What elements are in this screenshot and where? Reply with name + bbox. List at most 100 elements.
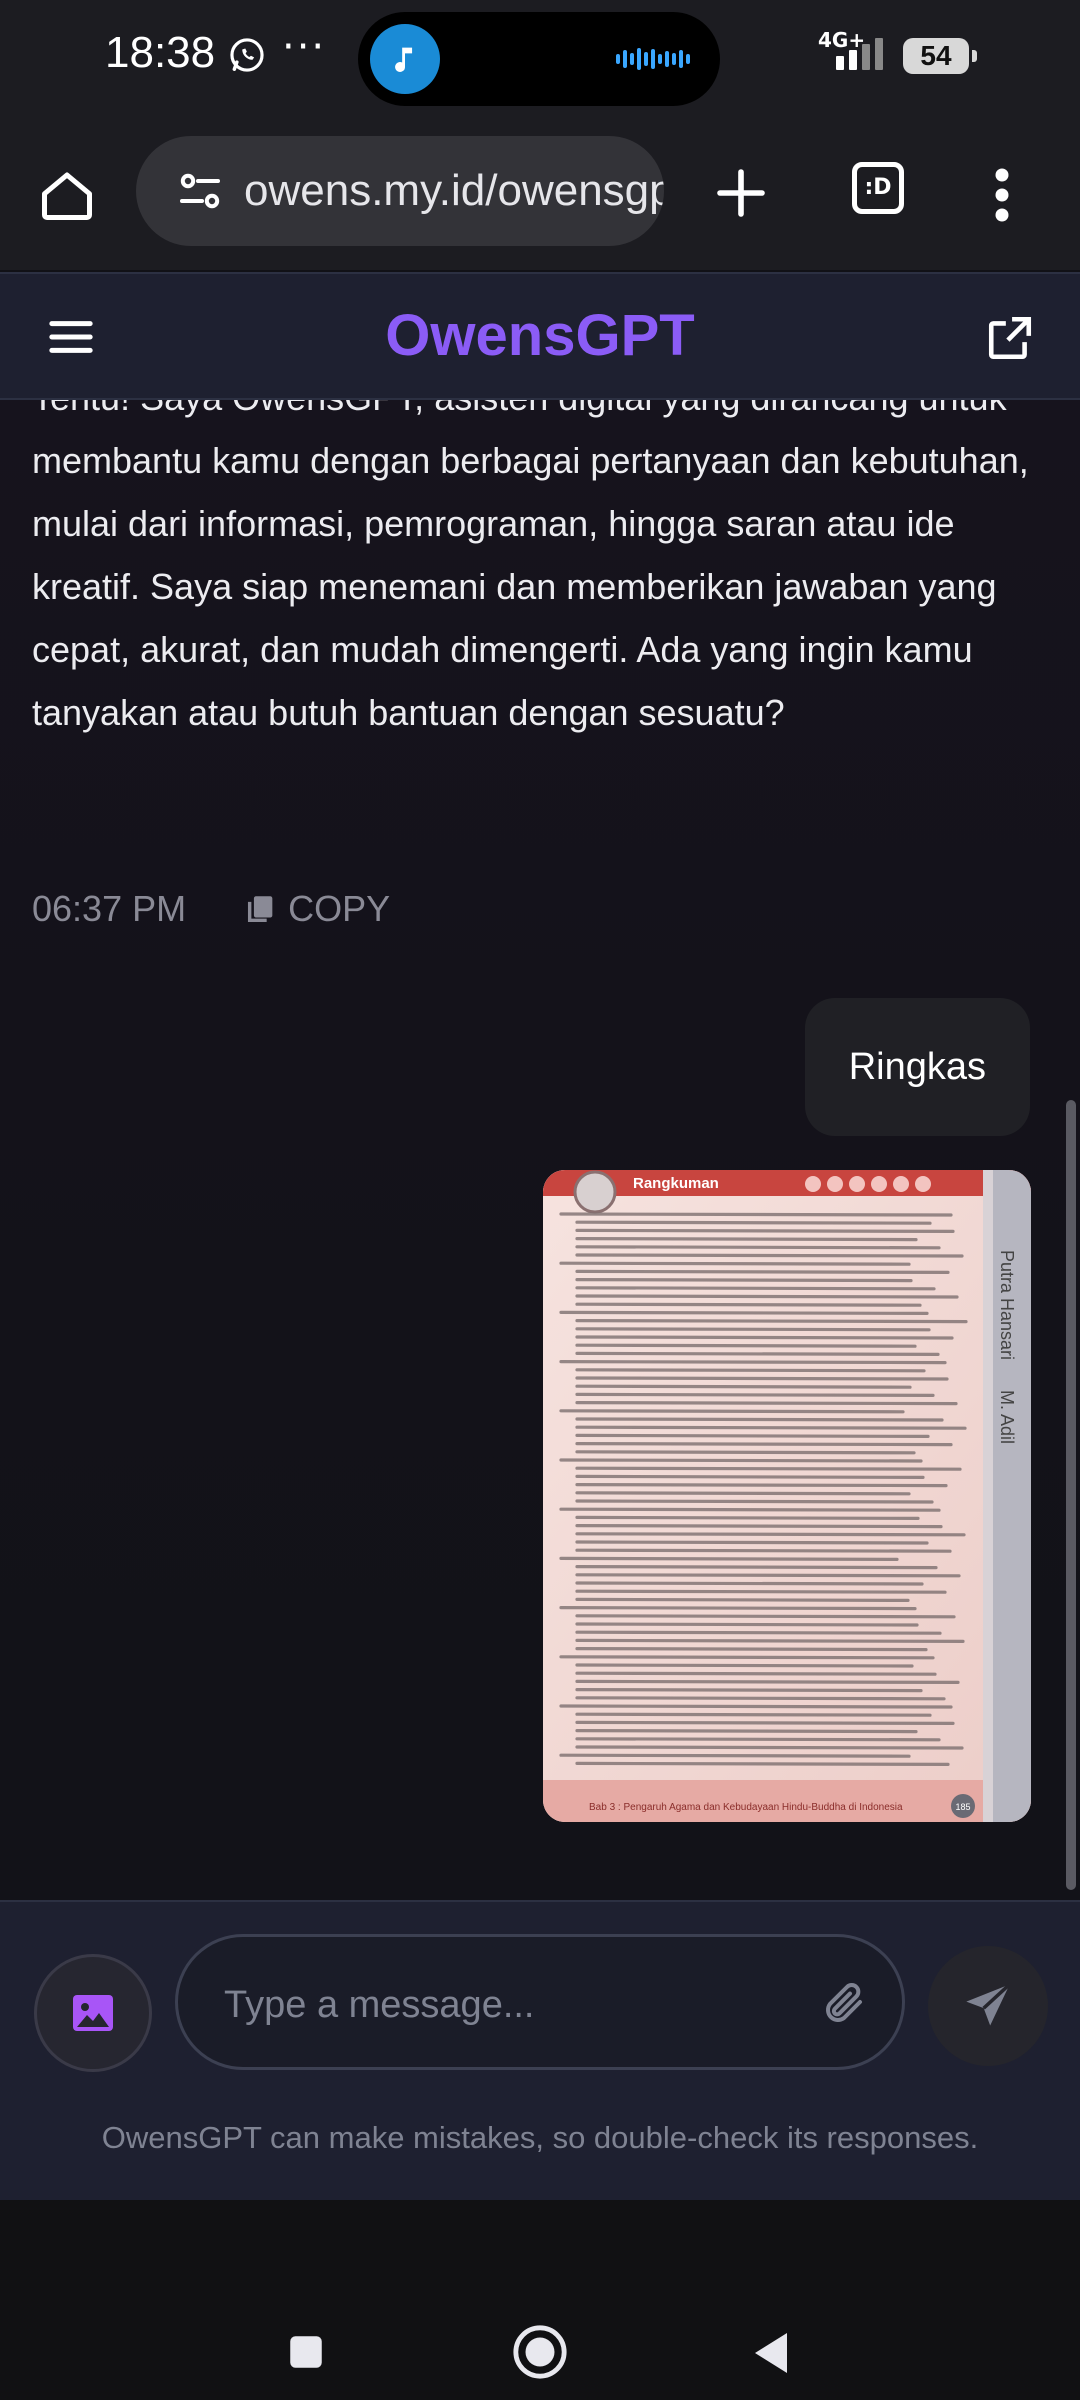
system-navigation-bar: [0, 2200, 1080, 2400]
page-text-line: [575, 1687, 923, 1693]
page-text-line: [575, 1384, 912, 1389]
copy-label: COPY: [288, 888, 391, 929]
page-text-line: [559, 1360, 947, 1365]
page-text-line: [559, 1704, 953, 1709]
page-text-line: [575, 1327, 931, 1332]
message-timestamp: 06:37 PM: [32, 888, 187, 929]
site-settings-icon[interactable]: [176, 167, 224, 215]
page-text-line: [575, 1483, 948, 1488]
page-text-line: [575, 1401, 958, 1406]
page-text-line: [575, 1442, 953, 1447]
image-upload-button[interactable]: [34, 1954, 152, 2072]
page-text-line: [559, 1409, 905, 1414]
send-button[interactable]: [928, 1946, 1048, 2066]
page-text-line: [575, 1638, 965, 1643]
url-text[interactable]: owens.my.id/owensgpt: [244, 166, 664, 216]
send-icon: [966, 1983, 1011, 2026]
page-text-line: [559, 1753, 911, 1758]
message-field-wrapper: [175, 1934, 905, 2070]
copy-button[interactable]: COPY: [244, 888, 390, 930]
home-icon[interactable]: [34, 162, 100, 228]
page-text-line: [575, 1466, 962, 1471]
message-meta: 06:37 PM COPY: [32, 888, 390, 930]
status-bar: 18:38 ··· 4G+ 54: [0, 0, 1080, 118]
page-text-line: [575, 1573, 961, 1578]
page-text-line: [559, 1655, 935, 1660]
page-text-line: [575, 1376, 949, 1381]
open-external-icon[interactable]: [982, 310, 1038, 366]
user-message-text: Ringkas: [848, 1045, 986, 1088]
message-input[interactable]: [224, 1965, 804, 2045]
page-text-line: [575, 1589, 947, 1594]
page-text-line: [559, 1261, 911, 1266]
audio-wave-icon: [616, 48, 690, 70]
app-header: OwensGPT: [0, 272, 1080, 400]
new-tab-icon[interactable]: [706, 158, 776, 228]
page-text-line: [575, 1540, 929, 1545]
home-button-icon[interactable]: [510, 2322, 570, 2382]
page-text-line: [575, 1720, 955, 1726]
image-icon: [73, 1995, 113, 2031]
page-heading: Rangkuman: [633, 1175, 719, 1192]
page-text-line: [575, 1433, 930, 1438]
page-text-line: [559, 1606, 917, 1611]
page-footer: Bab 3 : Pengaruh Agama dan Kebudayaan Hi…: [589, 1802, 903, 1813]
address-bar[interactable]: owens.my.id/owensgpt: [136, 136, 664, 246]
page-text-line: [575, 1671, 937, 1676]
page-text-line: [575, 1663, 914, 1668]
page-text-line: [575, 1614, 956, 1619]
paperclip-icon[interactable]: [820, 1979, 868, 2027]
page-text-line: [575, 1647, 928, 1652]
page-text-line: [575, 1532, 966, 1537]
tab-switcher-button[interactable]: :D: [852, 162, 904, 214]
chat-scrollbar[interactable]: [1066, 1100, 1076, 1890]
attached-photo[interactable]: Rangkuman Putra Hansari M. Adil Bab 3 : …: [543, 1170, 1031, 1822]
user-message-bubble: Ringkas: [804, 998, 1030, 1136]
page-text-line: [575, 1450, 916, 1455]
signal-icon: [836, 38, 883, 70]
page-text-line: [575, 1524, 943, 1529]
page-number: 185: [955, 1802, 970, 1812]
page-text-line: [575, 1269, 950, 1275]
page-text-line: [575, 1712, 932, 1717]
side-name-1: Putra Hansari: [997, 1250, 1017, 1360]
page-text-line: [559, 1458, 923, 1463]
side-name-2: M. Adil: [997, 1390, 1017, 1444]
page-text-line: [575, 1236, 918, 1242]
page-text-line: [575, 1745, 964, 1750]
page-text-line: [575, 1565, 938, 1570]
page-text-line: [575, 1302, 922, 1307]
page-text-line: [575, 1728, 918, 1734]
page-text-line: [575, 1474, 925, 1479]
page-text-line: [575, 1228, 955, 1234]
page-text-line: [575, 1737, 941, 1742]
page-text-line: [575, 1499, 934, 1504]
page-text-line: [575, 1220, 932, 1225]
page-text-line: [575, 1581, 924, 1586]
app-title: OwensGPT: [385, 303, 695, 368]
disclaimer-text: OwensGPT can make mistakes, so double-ch…: [101, 2120, 979, 2155]
battery-icon: 54: [903, 38, 977, 74]
dynamic-island: [358, 12, 720, 106]
page-text-line: [575, 1368, 926, 1373]
page-text-line: [559, 1507, 941, 1512]
page-text-line: [575, 1319, 968, 1324]
more-menu-icon[interactable]: [982, 162, 1022, 228]
page-text-line: [575, 1597, 910, 1602]
page-text-line: [559, 1556, 899, 1561]
notification-more-icon: ···: [282, 24, 327, 70]
page-text-line: [575, 1425, 967, 1430]
page-text-line: [575, 1491, 911, 1496]
copy-icon: [248, 896, 273, 923]
chat-area[interactable]: Tentu! Saya OwensGPT, asisten digital ya…: [0, 400, 1080, 1900]
textbook-page-image: Rangkuman Putra Hansari M. Adil Bab 3 : …: [543, 1170, 1031, 1822]
page-text-line: [575, 1761, 950, 1767]
recents-button-icon[interactable]: [284, 2330, 328, 2374]
page-text-line: [575, 1245, 941, 1250]
page-text-line: [575, 1417, 944, 1422]
page-text-line: [575, 1515, 920, 1520]
page-text-line: [575, 1351, 940, 1356]
back-button-icon[interactable]: [748, 2328, 794, 2378]
composer: OwensGPT can make mistakes, so double-ch…: [0, 1900, 1080, 2200]
page-text-line: [575, 1622, 919, 1627]
